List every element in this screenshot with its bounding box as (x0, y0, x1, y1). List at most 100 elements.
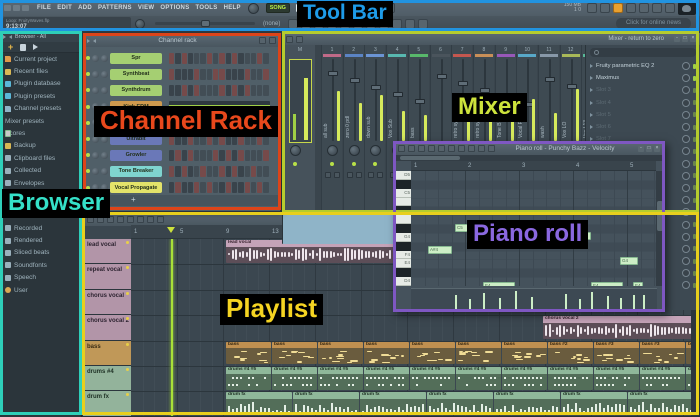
step-cell[interactable] (188, 53, 193, 64)
mixer-strip[interactable]: 3down sub (364, 45, 385, 213)
fx-mix-knob[interactable] (682, 86, 690, 94)
fx-mix-knob[interactable] (682, 99, 690, 107)
step-cell[interactable] (238, 53, 243, 64)
step-cell[interactable] (207, 166, 212, 177)
step-cell[interactable] (188, 85, 193, 96)
step-cell[interactable] (263, 150, 268, 161)
piano-key[interactable] (394, 180, 411, 189)
step-cell[interactable] (257, 53, 262, 64)
fx-mix-knob[interactable] (682, 269, 690, 277)
playlist-clip[interactable]: bass #3 (594, 342, 639, 365)
piano-key[interactable]: G4 (394, 233, 411, 242)
volume-knob[interactable] (101, 55, 108, 62)
step-cell[interactable] (219, 182, 224, 193)
browser-item[interactable]: Backup (0, 140, 81, 152)
playlist-track-header[interactable]: drums #4 (83, 366, 131, 391)
fx-enable-led[interactable] (693, 125, 696, 130)
step-cell[interactable] (219, 85, 224, 96)
fx-mix-knob[interactable] (682, 208, 690, 216)
fx-slot[interactable]: Slot 4 (586, 97, 700, 109)
browser-item[interactable]: Plugin database (0, 78, 81, 90)
fx-mix-knob[interactable] (682, 245, 690, 253)
track-mute-led[interactable] (126, 266, 129, 269)
step-cell[interactable] (245, 53, 250, 64)
fx-slot[interactable]: Slot 5 (586, 109, 700, 121)
channel-enable-led[interactable] (86, 137, 90, 141)
fader-handle[interactable] (567, 84, 577, 89)
step-cell[interactable] (175, 53, 180, 64)
midi-note[interactable]: G4 (620, 257, 638, 265)
step-cell[interactable] (175, 166, 180, 177)
step-cell[interactable] (245, 85, 250, 96)
file-icon[interactable] (20, 44, 26, 51)
midi-note[interactable]: E4 (633, 282, 643, 286)
playlist-clip[interactable]: chorus vocal 2 (543, 316, 691, 339)
speaker-icon[interactable] (33, 44, 38, 50)
piano-key[interactable] (394, 198, 411, 207)
step-cell[interactable] (200, 182, 205, 193)
step-cell[interactable] (194, 150, 199, 161)
fx-enable-led[interactable] (693, 88, 696, 93)
playlist-track-header[interactable]: drum fx (83, 391, 131, 416)
select-icon[interactable] (137, 216, 144, 223)
back-icon[interactable] (3, 35, 6, 39)
velocity-stem[interactable] (455, 295, 457, 311)
step-cell[interactable] (188, 182, 193, 193)
strip-color-tab[interactable] (323, 54, 341, 57)
piano-roll-vscroll[interactable] (656, 171, 664, 286)
fx-mix-knob[interactable] (682, 257, 690, 265)
playlist-track-header[interactable]: repeat vocal (83, 264, 131, 289)
step-cell[interactable] (257, 182, 262, 193)
pattern-icon[interactable] (613, 3, 623, 13)
step-cell[interactable] (182, 166, 187, 177)
step-cell[interactable] (200, 53, 205, 64)
playlist-clip[interactable]: drums #4 #5 (272, 367, 317, 390)
step-cell[interactable] (182, 150, 187, 161)
fx-slot[interactable]: Maximus (586, 72, 700, 84)
step-cell[interactable] (175, 150, 180, 161)
channel-button[interactable]: Vocal Propagate (110, 182, 162, 193)
velocity-stem[interactable] (633, 295, 635, 311)
pan-knob[interactable] (92, 71, 99, 78)
main-volume-knob[interactable] (248, 3, 259, 14)
news-bar[interactable]: Click for online news (616, 18, 691, 29)
menu-file[interactable]: FILE (37, 5, 51, 11)
track-mute-led[interactable] (126, 317, 129, 320)
browser-item[interactable]: Recorded (0, 222, 81, 234)
strip-color-tab[interactable] (475, 54, 493, 57)
fx-mix-knob[interactable] (682, 196, 690, 204)
step-cell[interactable] (213, 150, 218, 161)
master-pitch-knob[interactable] (135, 19, 145, 29)
velocity-stem[interactable] (531, 297, 533, 311)
fader-handle[interactable] (328, 71, 338, 76)
step-cell[interactable] (194, 166, 199, 177)
fader-handle[interactable] (545, 77, 555, 82)
playlist-clip[interactable]: bass (364, 342, 409, 365)
step-cell[interactable] (226, 85, 231, 96)
playlist-clip[interactable]: drums #4 #5 (456, 367, 501, 390)
chair-icon[interactable] (665, 3, 675, 13)
browser-item[interactable]: Rendered (0, 234, 81, 246)
step-cell[interactable] (200, 85, 205, 96)
playlist-clip[interactable]: bass #2 (686, 342, 691, 365)
channel-enable-led[interactable] (86, 169, 90, 173)
step-cell[interactable] (232, 53, 237, 64)
fx-mix-knob[interactable] (682, 62, 690, 70)
playlist-clip[interactable]: bass (226, 342, 271, 365)
strip-color-tab[interactable] (410, 54, 428, 57)
fx-mix-knob[interactable] (682, 233, 690, 241)
strip-color-tab[interactable] (345, 54, 363, 57)
mixer-menu-icon[interactable] (286, 36, 293, 43)
mic-icon[interactable] (418, 19, 428, 29)
playlist-clip[interactable]: drums #4 #5 (226, 367, 271, 390)
focus-selector[interactable]: (none) (263, 21, 280, 27)
velocity-stem[interactable] (607, 296, 609, 311)
step-cell[interactable] (182, 85, 187, 96)
fx-mix-knob[interactable] (682, 221, 690, 229)
step-cell[interactable] (219, 69, 224, 80)
browser-item[interactable]: Recent files (0, 65, 81, 77)
pan-knob[interactable] (92, 87, 99, 94)
step-cell[interactable] (194, 53, 199, 64)
fx-mix-knob[interactable] (682, 147, 690, 155)
step-cell[interactable] (207, 53, 212, 64)
